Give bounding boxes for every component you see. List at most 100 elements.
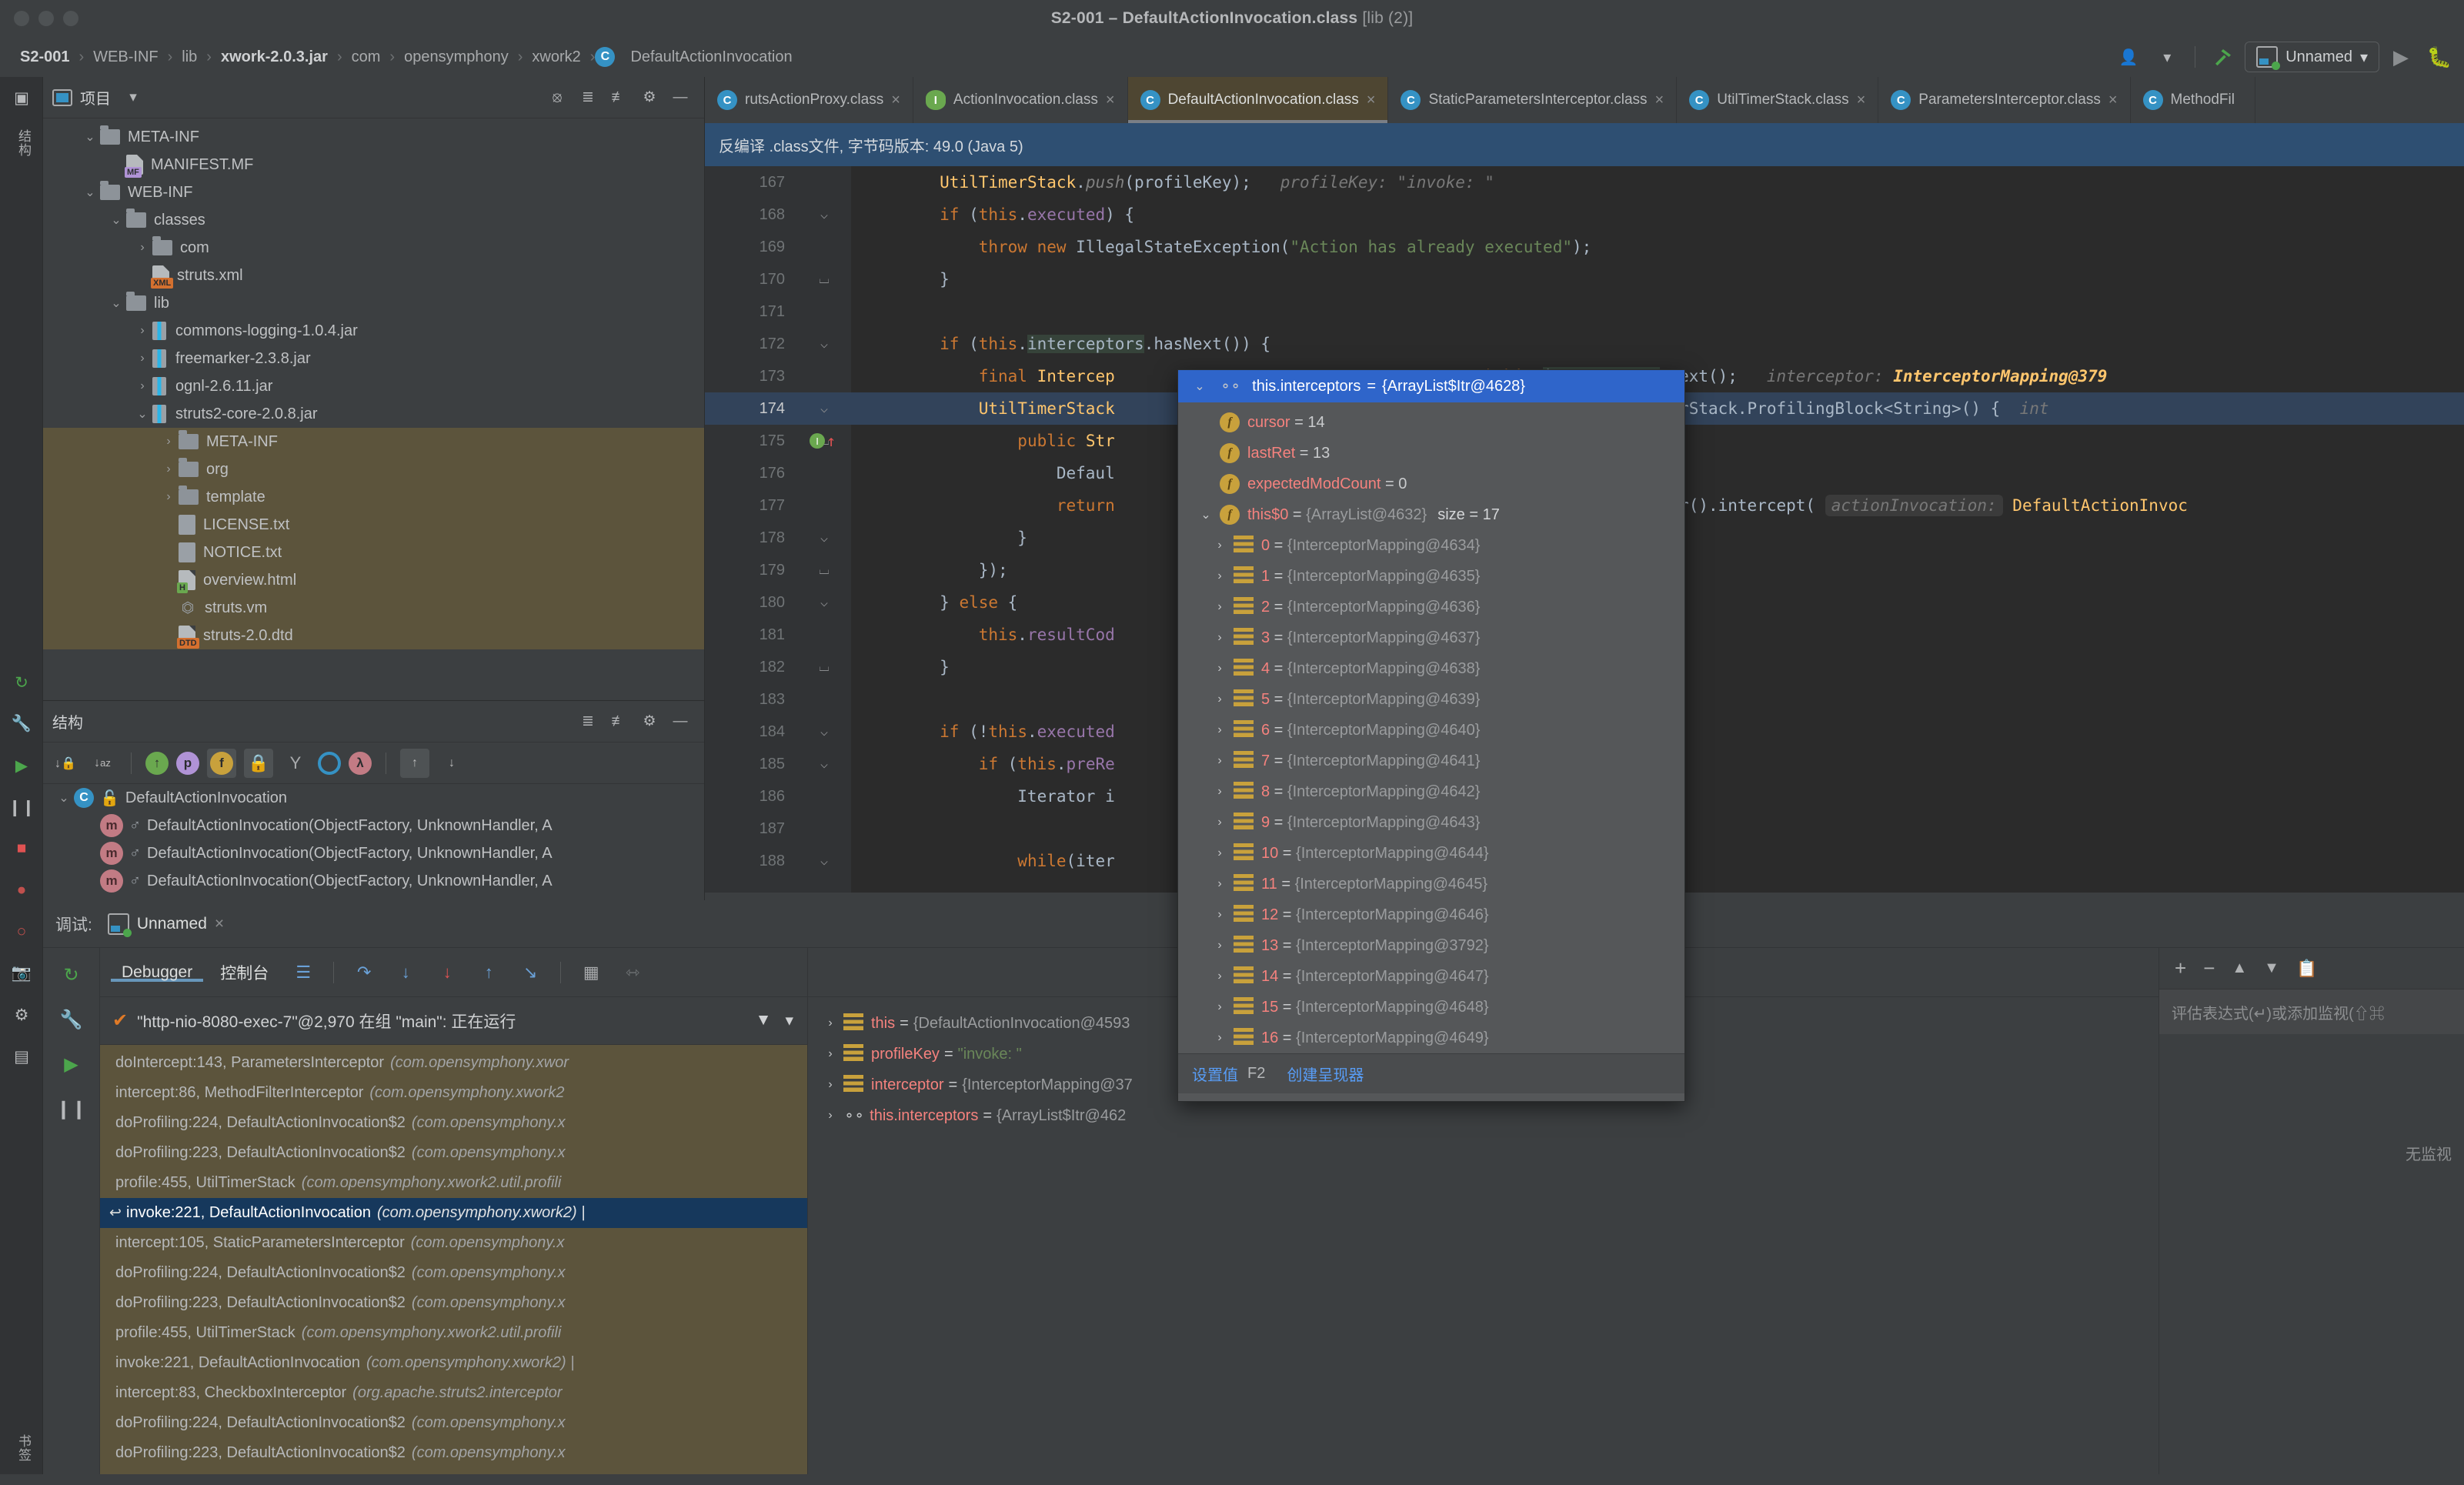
- popup-variable-row[interactable]: › 2 = {InterceptorMapping@4636}: [1178, 592, 1684, 622]
- breadcrumb-item-webinf[interactable]: WEB-INF: [84, 48, 167, 66]
- fold-marker-icon[interactable]: ⌴: [797, 659, 851, 675]
- mute-breakpoints-icon[interactable]: ●: [0, 869, 43, 911]
- show-fields-icon[interactable]: f: [207, 748, 236, 778]
- project-tree-item[interactable]: › org: [43, 456, 704, 483]
- tree-toggle-icon[interactable]: ›: [1206, 631, 1234, 645]
- call-stack-frame[interactable]: doProfiling:224, DefaultActionInvocation…: [100, 1258, 807, 1288]
- call-stack-frame[interactable]: ↩ invoke:221, DefaultActionInvocation (com…: [100, 1198, 807, 1228]
- popup-variable-row[interactable]: › 4 = {InterceptorMapping@4638}: [1178, 653, 1684, 684]
- scroll-from-source-icon[interactable]: ↑: [400, 748, 429, 778]
- step-out-icon[interactable]: ↑: [471, 955, 506, 990]
- call-stack-frame[interactable]: profile:455, UtilTimerStack (com.opensymp…: [100, 1168, 807, 1198]
- code-line[interactable]: 168 ⌵ if (this.executed) {: [705, 199, 2464, 231]
- layout-icon[interactable]: ▤: [0, 1036, 43, 1077]
- tree-toggle-icon[interactable]: ›: [132, 269, 152, 282]
- project-tree-item[interactable]: ⌄ WEB-INF: [43, 179, 704, 206]
- minimize-window-button[interactable]: [38, 11, 54, 26]
- tree-toggle-icon[interactable]: ⌄: [132, 406, 152, 422]
- fold-marker-icon[interactable]: ⌵: [797, 756, 851, 772]
- close-icon[interactable]: ×: [1106, 92, 1115, 109]
- fold-marker-icon[interactable]: ⌵: [797, 207, 851, 222]
- expand-all-icon[interactable]: ≣: [573, 707, 603, 736]
- run-configuration-selector[interactable]: Unnamed ▾: [2245, 42, 2379, 72]
- tree-toggle-icon[interactable]: ›: [106, 158, 126, 172]
- tree-toggle-icon[interactable]: ›: [159, 629, 179, 642]
- tree-toggle-icon[interactable]: ⌄: [106, 212, 126, 228]
- zoom-window-button[interactable]: [63, 11, 78, 26]
- editor-tab-bar[interactable]: CrutsActionProxy.class × I ActionInvocation…: [705, 77, 2464, 123]
- code-line[interactable]: 170 ⌴ }: [705, 263, 2464, 295]
- code-line[interactable]: 172 ⌵ if (this.interceptors.hasNext()) {: [705, 328, 2464, 360]
- project-tree-item[interactable]: › ognl-2.6.11.jar: [43, 372, 704, 400]
- tree-toggle-icon[interactable]: ⌄: [80, 129, 100, 145]
- close-icon[interactable]: ×: [1367, 92, 1376, 109]
- popup-variable-row[interactable]: › 9 = {InterceptorMapping@4643}: [1178, 807, 1684, 838]
- show-execution-point-icon[interactable]: ⇿: [615, 955, 650, 990]
- tree-toggle-icon[interactable]: ›: [1206, 723, 1234, 737]
- sort-alphabetically-icon[interactable]: ↓ az: [88, 749, 117, 778]
- fold-marker-icon[interactable]: ⌴: [797, 562, 851, 578]
- view-breakpoints-icon[interactable]: ○: [0, 911, 43, 953]
- code-line[interactable]: 169 throw new IllegalStateException("Act…: [705, 231, 2464, 263]
- project-tree-item[interactable]: › com: [43, 234, 704, 262]
- fold-marker-icon[interactable]: ⌵: [797, 853, 851, 869]
- run-button[interactable]: ▶: [2384, 42, 2418, 72]
- window-controls[interactable]: [14, 11, 78, 26]
- project-tree[interactable]: ⌄META-INF›MFMANIFEST.MF⌄WEB-INF⌄classes›…: [43, 118, 704, 700]
- popup-header-row[interactable]: ⌄ ⚬⚬ this.interceptors = {ArrayList$Itr@…: [1178, 370, 1684, 402]
- project-tree-item[interactable]: ›XMLstruts.xml: [43, 262, 704, 289]
- expand-all-icon[interactable]: ≣: [573, 83, 603, 112]
- popup-variable-row[interactable]: › 8 = {InterceptorMapping@4642}: [1178, 776, 1684, 807]
- editor-tab[interactable]: C ParametersInterceptor.class ×: [1878, 77, 2131, 123]
- popup-variable-row[interactable]: › 3 = {InterceptorMapping@4637}: [1178, 622, 1684, 653]
- tree-toggle-icon[interactable]: ›: [80, 819, 100, 833]
- editor-tab[interactable]: C UtilTimerStack.class ×: [1677, 77, 1879, 123]
- collapse-all-icon[interactable]: ≢: [604, 83, 633, 112]
- project-tree-item[interactable]: ›Hoverview.html: [43, 566, 704, 594]
- call-stack-frame[interactable]: doProfiling:223, DefaultActionInvocation…: [100, 1438, 807, 1468]
- popup-variable-row[interactable]: › 10 = {InterceptorMapping@4644}: [1178, 838, 1684, 869]
- popup-variable-row[interactable]: ›fexpectedModCount = 0: [1178, 469, 1684, 499]
- popup-variable-row[interactable]: › 12 = {InterceptorMapping@4646}: [1178, 899, 1684, 930]
- tree-toggle-icon[interactable]: ›: [132, 352, 152, 365]
- project-tree-item[interactable]: › template: [43, 483, 704, 511]
- tree-toggle-icon[interactable]: ›: [1206, 1031, 1234, 1045]
- hide-icon[interactable]: —: [666, 83, 695, 112]
- tree-toggle-icon[interactable]: ›: [159, 573, 179, 587]
- breadcrumb-item-jar[interactable]: xwork-2.0.3.jar: [212, 48, 337, 66]
- hide-icon[interactable]: —: [666, 707, 695, 736]
- tree-toggle-icon[interactable]: ›: [159, 546, 179, 559]
- tree-toggle-icon[interactable]: ›: [132, 241, 152, 255]
- rail-label-bookmarks[interactable]: 书签: [14, 1434, 33, 1462]
- project-tree-item[interactable]: › NOTICE.txt: [43, 539, 704, 566]
- tree-toggle-icon[interactable]: ›: [1206, 785, 1234, 799]
- structure-tree-item[interactable]: ⌄ C 🔓 DefaultActionInvocation: [43, 784, 704, 812]
- step-over-icon[interactable]: ↷: [346, 955, 382, 990]
- breadcrumb-item-lib[interactable]: lib: [172, 48, 206, 66]
- tree-toggle-icon[interactable]: ›: [1206, 662, 1234, 676]
- editor-tab[interactable]: C DefaultActionInvocation.class ×: [1127, 77, 1389, 123]
- popup-variable-row[interactable]: ⌄ f this$0 = {ArrayList@4632} size = 17: [1178, 499, 1684, 530]
- popup-variable-tree[interactable]: ›fcursor = 14›flastRet = 13›fexpectedMod…: [1178, 402, 1684, 1053]
- breakpoint-marker[interactable]: I ↑: [810, 432, 836, 450]
- gear-icon[interactable]: ⚙: [635, 83, 664, 112]
- tree-toggle-icon[interactable]: ›: [1206, 692, 1234, 706]
- tree-toggle-icon[interactable]: ›: [132, 324, 152, 338]
- variable-row[interactable]: › ⚬⚬ this.interceptors = {ArrayList$Itr@462: [808, 1100, 2159, 1131]
- tree-toggle-icon[interactable]: ›: [159, 490, 179, 504]
- pause-icon[interactable]: ❙❙: [43, 1086, 99, 1131]
- fold-marker-icon[interactable]: ⌵: [797, 724, 851, 739]
- call-stack-frame[interactable]: doIntercept:143, ParametersInterceptor (c…: [100, 1048, 807, 1078]
- popup-variable-row[interactable]: › 0 = {InterceptorMapping@4634}: [1178, 530, 1684, 561]
- filter-icon[interactable]: ▼: [756, 1011, 772, 1030]
- project-tree-item[interactable]: ›DTD struts-2.0.dtd: [43, 622, 704, 649]
- camera-icon[interactable]: 📷: [0, 953, 43, 994]
- structure-tree[interactable]: ⌄C🔓DefaultActionInvocation›m♂DefaultActi…: [43, 784, 704, 895]
- popup-variable-row[interactable]: › 6 = {InterceptorMapping@4640}: [1178, 715, 1684, 746]
- debug-button[interactable]: 🐛: [2422, 42, 2456, 72]
- wrench-icon[interactable]: 🔧: [0, 703, 43, 745]
- locate-icon[interactable]: ⦻: [543, 83, 572, 112]
- tree-toggle-icon[interactable]: ⌄: [1192, 507, 1220, 522]
- resume-icon[interactable]: ▶: [0, 745, 43, 786]
- tree-toggle-icon[interactable]: ›: [817, 1016, 843, 1030]
